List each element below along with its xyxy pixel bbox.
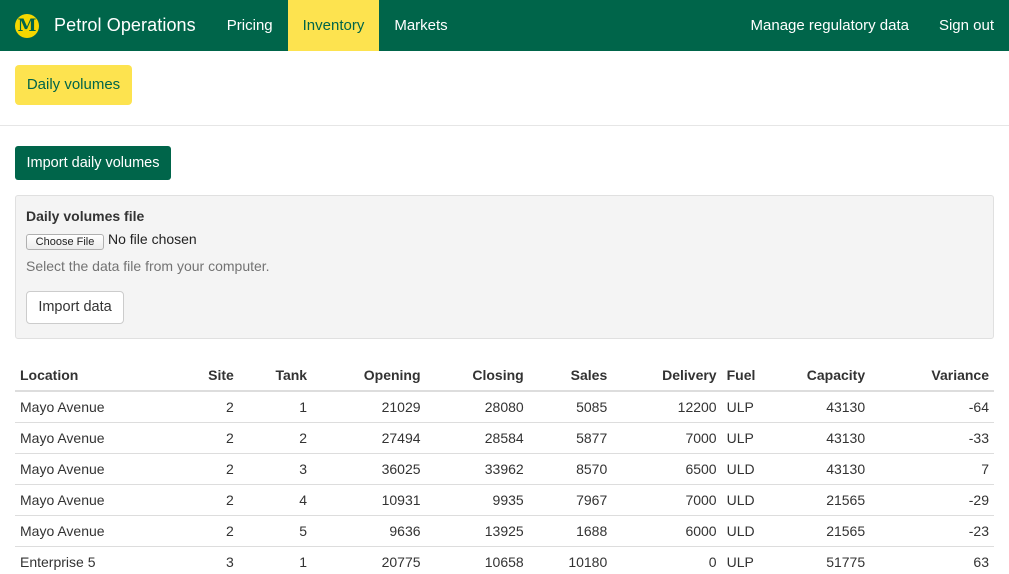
daily-volumes-table: Location Site Tank Opening Closing Sales… <box>15 360 994 574</box>
nav-item-markets[interactable]: Markets <box>379 0 462 51</box>
cell-capacity: 43130 <box>762 452 871 484</box>
nav-item-sign-out[interactable]: Sign out <box>924 0 1009 51</box>
cell-tank: 1 <box>238 545 313 574</box>
cell-closing: 13925 <box>425 514 529 546</box>
column-header-variance: Variance <box>870 360 994 392</box>
cell-location: Mayo Avenue <box>15 483 177 515</box>
cell-variance: -23 <box>870 514 994 546</box>
cell-fuel: ULP <box>721 421 763 453</box>
cell-closing: 9935 <box>425 483 529 515</box>
cell-delivery: 6500 <box>612 452 722 484</box>
cell-opening: 36025 <box>312 452 426 484</box>
table-row: Mayo Avenue 2 5 9636 13925 1688 6000 ULD… <box>15 514 994 546</box>
column-header-capacity: Capacity <box>762 360 871 392</box>
cell-location: Mayo Avenue <box>15 514 177 546</box>
nav-item-pricing[interactable]: Pricing <box>212 0 288 51</box>
daily-volumes-file-label: Daily volumes file <box>26 208 145 224</box>
nav-item-inventory[interactable]: Inventory <box>287 0 380 51</box>
cell-sales: 10180 <box>528 545 613 574</box>
table-row: Mayo Avenue 2 3 36025 33962 8570 6500 UL… <box>15 452 994 484</box>
cell-delivery: 0 <box>612 545 722 574</box>
cell-opening: 10931 <box>312 483 426 515</box>
import-daily-volumes-button[interactable]: Import daily volumes <box>15 146 171 180</box>
cell-fuel: ULD <box>721 452 763 484</box>
cell-closing: 28584 <box>425 421 529 453</box>
cell-fuel: ULD <box>721 514 763 546</box>
cell-sales: 7967 <box>528 483 613 515</box>
tab-daily-volumes[interactable]: Daily volumes <box>15 65 132 105</box>
cell-fuel: ULP <box>721 545 763 574</box>
brand[interactable]: M Petrol Operations <box>0 0 212 51</box>
cell-fuel: ULP <box>726 398 754 415</box>
column-header-tank: Tank <box>238 360 313 392</box>
cell-tank: 5 <box>238 514 313 546</box>
cell-location: Enterprise 5 <box>15 545 177 574</box>
table-header-row: Location Site Tank Opening Closing Sales… <box>15 360 994 392</box>
cell-tank: 1 <box>299 398 308 415</box>
cell-capacity: 21565 <box>762 514 871 546</box>
cell-site: 2 <box>176 421 239 453</box>
cell-capacity: 43130 <box>762 421 871 453</box>
cell-site: 2 <box>176 452 239 484</box>
cell-closing: 28080 <box>484 398 524 415</box>
table-row: Mayo Avenue 2 1 21029 28080 5085 12200 U… <box>15 391 994 422</box>
top-navbar: M Petrol Operations Pricing Inventory Ma… <box>0 0 1009 51</box>
cell-location: Mayo Avenue <box>15 421 177 453</box>
cell-sales: 5877 <box>528 421 613 453</box>
cell-tank: 4 <box>238 483 313 515</box>
cell-capacity: 21565 <box>762 483 871 515</box>
cell-capacity: 51775 <box>762 545 871 574</box>
file-status-text: No file chosen <box>108 231 197 247</box>
cell-opening: 20775 <box>312 545 426 574</box>
cell-opening: 21029 <box>381 398 421 415</box>
table-row: Mayo Avenue 2 2 27494 28584 5877 7000 UL… <box>15 421 994 453</box>
column-header-fuel: Fuel <box>721 360 763 392</box>
column-header-location: Location <box>15 360 177 392</box>
cell-delivery: 7000 <box>612 421 722 453</box>
cell-location: Mayo Avenue <box>20 398 105 415</box>
cell-site: 2 <box>176 514 239 546</box>
column-header-sales: Sales <box>528 360 613 392</box>
sub-navigation: Daily volumes <box>0 51 1009 126</box>
cell-tank: 3 <box>238 452 313 484</box>
column-header-opening: Opening <box>312 360 426 392</box>
nav-item-manage-regulatory-data[interactable]: Manage regulatory data <box>736 0 924 51</box>
choose-file-button[interactable]: Choose File <box>26 234 104 250</box>
file-help-text: Select the data file from your computer. <box>26 258 270 274</box>
column-header-site: Site <box>176 360 239 392</box>
cell-closing: 10658 <box>425 545 529 574</box>
cell-delivery: 7000 <box>612 483 722 515</box>
cell-site: 3 <box>176 545 239 574</box>
brand-name[interactable]: Petrol Operations <box>54 15 196 36</box>
brand-logo-icon: M <box>15 13 39 38</box>
nav-right-group: Manage regulatory data Sign out <box>736 0 1009 51</box>
cell-sales: 8570 <box>528 452 613 484</box>
import-panel: Daily volumes file Choose File No file c… <box>15 195 994 339</box>
cell-sales: 5085 <box>576 398 608 415</box>
cell-site: 2 <box>226 398 234 415</box>
table-row: Mayo Avenue 2 4 10931 9935 7967 7000 ULD… <box>15 483 994 515</box>
cell-sales: 1688 <box>528 514 613 546</box>
table-row: Enterprise 5 3 1 20775 10658 10180 0 ULP… <box>15 545 994 574</box>
column-header-delivery: Delivery <box>612 360 722 392</box>
cell-tank: 2 <box>238 421 313 453</box>
cell-site: 2 <box>176 483 239 515</box>
column-header-closing: Closing <box>425 360 529 392</box>
cell-delivery: 6000 <box>612 514 722 546</box>
cell-opening: 27494 <box>312 421 426 453</box>
cell-location: Mayo Avenue <box>15 452 177 484</box>
cell-capacity: 43130 <box>826 398 866 415</box>
cell-variance: 63 <box>870 545 994 574</box>
cell-delivery: 12200 <box>677 398 717 415</box>
cell-variance: -29 <box>870 483 994 515</box>
cell-closing: 33962 <box>425 452 529 484</box>
cell-variance: -64 <box>968 398 989 415</box>
cell-fuel: ULD <box>721 483 763 515</box>
cell-variance: -33 <box>870 421 994 453</box>
cell-variance: 7 <box>870 452 994 484</box>
cell-opening: 9636 <box>312 514 426 546</box>
import-data-button[interactable]: Import data <box>26 291 124 324</box>
